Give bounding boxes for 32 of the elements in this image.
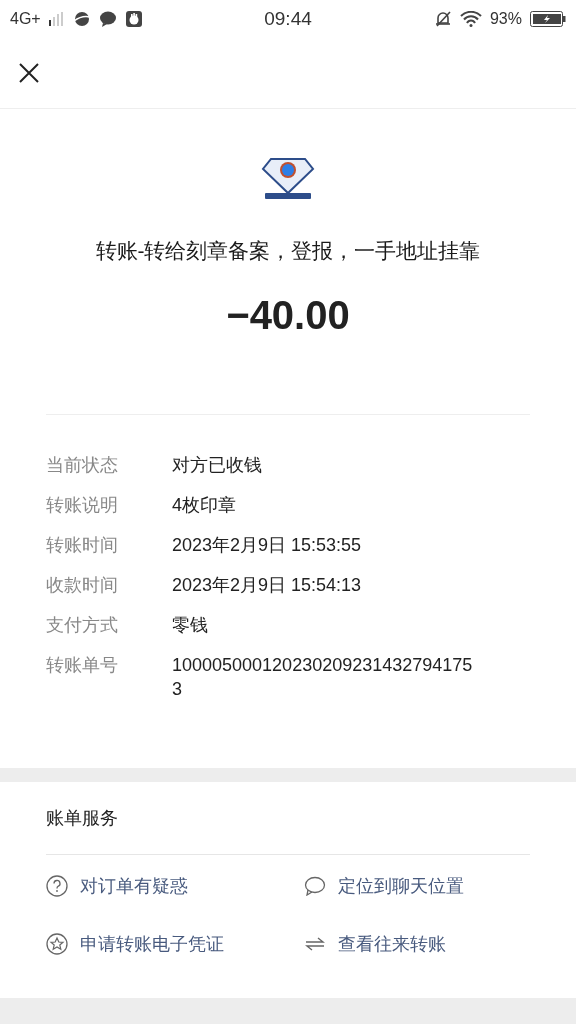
detail-label: 支付方式	[46, 614, 119, 637]
detail-value: 2023年2月9日 15:54:13	[172, 574, 363, 597]
detail-value: 2023年2月9日 15:53:55	[172, 534, 363, 557]
detail-label: 当前状态	[46, 454, 119, 477]
service-link[interactable]: 申请转账电子凭证	[46, 931, 304, 957]
detail-value: 零钱	[172, 614, 209, 637]
service-link[interactable]: 定位到聊天位置	[304, 873, 530, 899]
speech-bubble-icon	[304, 876, 326, 896]
detail-label: 转账说明	[46, 494, 119, 517]
detail-label: 收款时间	[46, 574, 119, 597]
network-label: 4G+	[10, 10, 41, 28]
chat-bubble-icon	[98, 10, 117, 28]
detail-label: 转账单号	[46, 654, 119, 677]
battery-percent: 93%	[489, 10, 522, 28]
detail-value: 对方已收钱	[172, 454, 263, 477]
detail-value: 4枚印章	[172, 494, 237, 517]
detail-value: 1000050001202302092314327941753	[172, 654, 473, 701]
service-link[interactable]: 查看往来转账	[304, 931, 530, 957]
battery-icon	[530, 11, 566, 27]
help-icon	[46, 875, 68, 897]
detail-label: 转账时间	[46, 534, 119, 557]
clock-time: 09:44	[263, 8, 313, 30]
wifi-icon	[459, 11, 482, 27]
planet-icon	[72, 10, 91, 28]
transfer-amount: −40.00	[226, 293, 350, 338]
signal-icon	[48, 12, 65, 26]
section-title: 账单服务	[46, 782, 530, 855]
swap-arrows-icon	[304, 936, 326, 952]
bell-muted-icon	[433, 10, 452, 28]
transfer-title: 转账-转给刻章备案，登报，一手地址挂靠	[95, 238, 481, 264]
service-link[interactable]: 对订单有疑惑	[46, 873, 304, 899]
hand-icon	[124, 10, 143, 28]
